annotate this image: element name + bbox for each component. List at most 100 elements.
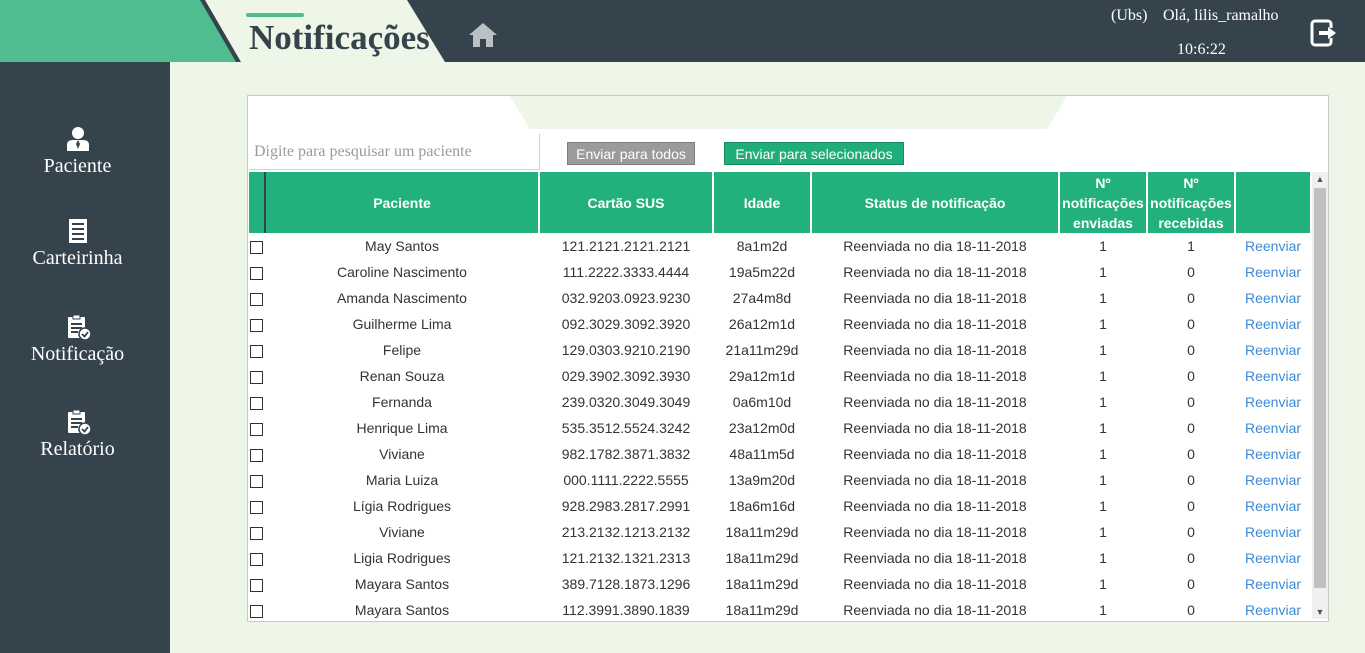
sidebar-item-notificacao[interactable]: Notificação: [0, 313, 155, 366]
cell-paciente: Fernanda: [372, 394, 432, 410]
cell-recebidas: 1: [1187, 238, 1195, 254]
logout-icon[interactable]: [1309, 18, 1339, 48]
sidebar-item-carteirinha[interactable]: Carteirinha: [0, 217, 155, 270]
cell-paciente: May Santos: [365, 238, 439, 254]
reenviar-link[interactable]: Reenviar: [1235, 363, 1311, 389]
cell-idade: 18a6m16d: [728, 498, 796, 514]
row-checkbox-cell[interactable]: [249, 285, 265, 311]
row-checkbox-cell[interactable]: [249, 389, 265, 415]
scroll-down-arrow-icon[interactable]: ▼: [1312, 605, 1328, 619]
cell-paciente: Viviane: [379, 524, 425, 540]
cell-recebidas: 0: [1187, 342, 1195, 358]
cell-recebidas: 0: [1187, 576, 1195, 592]
table-scrollbar[interactable]: ▲ ▼: [1312, 172, 1328, 619]
column-header-cartao-sus[interactable]: Cartão SUS: [539, 172, 714, 233]
row-checkbox-cell[interactable]: [249, 519, 265, 545]
table-row: Henrique Lima 535.3512.5524.3242 23a12m0d R…: [249, 415, 1311, 441]
sidebar: Paciente Carteirinha Notificação Relatór…: [0, 62, 170, 653]
top-bar: Notificações (Ubs) Olá, lilis_ramalho 10…: [0, 0, 1365, 62]
reenviar-link[interactable]: Reenviar: [1235, 519, 1311, 545]
cell-enviadas: 1: [1099, 290, 1107, 306]
cell-status: Reenviada no dia 18-11-2018: [843, 394, 1027, 410]
reenviar-link[interactable]: Reenviar: [1235, 467, 1311, 493]
reenviar-link[interactable]: Reenviar: [1235, 545, 1311, 571]
cell-recebidas: 0: [1187, 316, 1195, 332]
cell-idade: 0a6m10d: [732, 394, 792, 410]
row-checkbox[interactable]: [250, 266, 263, 280]
row-checkbox[interactable]: [250, 292, 263, 306]
row-checkbox[interactable]: [250, 526, 263, 540]
cell-status: Reenviada no dia 18-11-2018: [843, 316, 1027, 332]
notifications-table: Paciente Cartão SUS Idade Status de noti…: [249, 172, 1311, 621]
cell-paciente: Viviane: [379, 446, 425, 462]
row-checkbox-cell[interactable]: [249, 337, 265, 363]
cell-status: Reenviada no dia 18-11-2018: [843, 550, 1027, 566]
cell-idade: 23a12m0d: [728, 420, 796, 436]
row-checkbox-cell[interactable]: [249, 415, 265, 441]
reenviar-link[interactable]: Reenviar: [1235, 337, 1311, 363]
row-checkbox[interactable]: [250, 448, 263, 462]
row-checkbox[interactable]: [250, 240, 263, 254]
cell-idade: 13a9m20d: [728, 472, 796, 488]
table-row: Felipe 129.0303.9210.2190 21a11m29d Reenvia…: [249, 337, 1311, 363]
cell-paciente: Guilherme Lima: [352, 316, 452, 332]
row-checkbox-cell[interactable]: [249, 259, 265, 285]
cell-paciente: Ligia Rodrigues: [353, 550, 451, 566]
reenviar-link[interactable]: Reenviar: [1235, 311, 1311, 337]
reenviar-link[interactable]: Reenviar: [1235, 389, 1311, 415]
row-checkbox-cell[interactable]: [249, 233, 265, 259]
ubs-label: (Ubs): [1111, 7, 1148, 24]
home-icon[interactable]: [467, 19, 499, 51]
reenviar-link[interactable]: Reenviar: [1235, 597, 1311, 621]
row-checkbox[interactable]: [250, 578, 263, 592]
cell-cartao-sus: 239.0320.3049.3049: [561, 394, 691, 410]
row-checkbox[interactable]: [250, 500, 263, 514]
cell-idade: 19a5m22d: [728, 264, 796, 280]
column-header-enviadas[interactable]: Nº notificações enviadas: [1059, 172, 1148, 233]
cell-cartao-sus: 982.1782.3871.3832: [561, 446, 691, 462]
reenviar-link[interactable]: Reenviar: [1235, 571, 1311, 597]
row-checkbox-cell[interactable]: [249, 311, 265, 337]
reenviar-link[interactable]: Reenviar: [1235, 441, 1311, 467]
sidebar-item-relatorio[interactable]: Relatório: [0, 408, 155, 461]
scroll-up-arrow-icon[interactable]: ▲: [1312, 172, 1328, 186]
send-selected-button[interactable]: Enviar para selecionados: [724, 142, 904, 165]
reenviar-link[interactable]: Reenviar: [1235, 233, 1311, 259]
row-checkbox[interactable]: [250, 474, 263, 488]
column-header-idade[interactable]: Idade: [713, 172, 812, 233]
search-input[interactable]: [249, 134, 540, 170]
clock: 10:6:22: [1177, 41, 1226, 58]
row-checkbox[interactable]: [250, 552, 263, 566]
reenviar-link[interactable]: Reenviar: [1235, 285, 1311, 311]
row-checkbox-cell[interactable]: [249, 597, 265, 621]
row-checkbox-cell[interactable]: [249, 493, 265, 519]
row-checkbox-cell[interactable]: [249, 545, 265, 571]
cell-enviadas: 1: [1099, 602, 1107, 618]
table-row: Viviane 982.1782.3871.3832 48a11m5d Reenvia…: [249, 441, 1311, 467]
notifications-panel: Enviar para todos Enviar para selecionad…: [247, 95, 1329, 622]
row-checkbox-cell[interactable]: [249, 363, 265, 389]
row-checkbox[interactable]: [250, 396, 263, 410]
column-header-status[interactable]: Status de notificação: [811, 172, 1060, 233]
row-checkbox-cell[interactable]: [249, 441, 265, 467]
sidebar-item-paciente[interactable]: Paciente: [0, 125, 155, 178]
cell-idade: 18a11m29d: [725, 576, 799, 592]
row-checkbox[interactable]: [250, 422, 263, 436]
sidebar-item-label: Carteirinha: [32, 247, 123, 269]
reenviar-link[interactable]: Reenviar: [1235, 493, 1311, 519]
row-checkbox[interactable]: [250, 318, 263, 332]
row-checkbox[interactable]: [250, 370, 263, 384]
row-checkbox-cell[interactable]: [249, 571, 265, 597]
table-row: Caroline Nascimento 111.2222.3333.4444 19a…: [249, 259, 1311, 285]
row-checkbox[interactable]: [250, 344, 263, 358]
row-checkbox[interactable]: [250, 604, 263, 618]
reenviar-link[interactable]: Reenviar: [1235, 259, 1311, 285]
cell-enviadas: 1: [1099, 576, 1107, 592]
send-all-button[interactable]: Enviar para todos: [567, 142, 695, 165]
column-header-paciente[interactable]: Paciente: [265, 172, 540, 233]
cell-status: Reenviada no dia 18-11-2018: [843, 498, 1027, 514]
reenviar-link[interactable]: Reenviar: [1235, 415, 1311, 441]
scrollbar-thumb[interactable]: [1314, 188, 1326, 588]
column-header-recebidas[interactable]: Nº notificações recebidas: [1147, 172, 1236, 233]
row-checkbox-cell[interactable]: [249, 467, 265, 493]
